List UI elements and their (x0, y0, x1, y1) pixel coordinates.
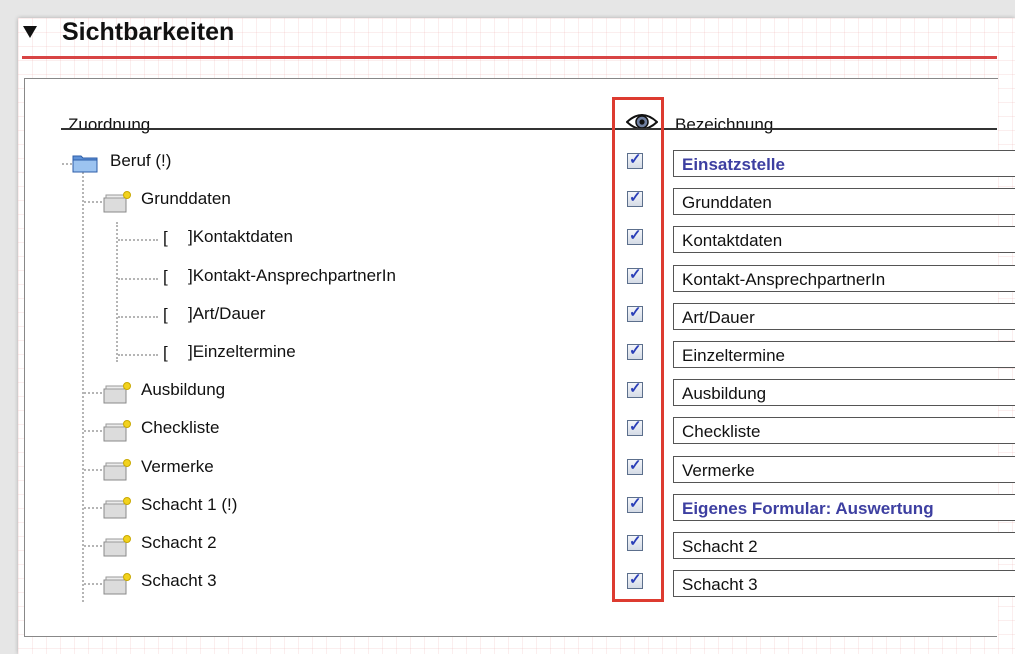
tree-guide-line (116, 222, 118, 362)
tree-item-label[interactable]: Grunddaten (141, 189, 231, 209)
tree-item-label[interactable]: Checkliste (141, 418, 219, 438)
visibility-checkbox[interactable]: ✓ (627, 342, 643, 360)
bezeichnung-field[interactable]: Grunddaten (673, 188, 1015, 216)
check-icon: ✓ (629, 342, 642, 359)
page-icon (102, 534, 132, 563)
tree-connector (62, 163, 72, 165)
tree-item-label[interactable]: Beruf (!) (110, 151, 171, 171)
tree-item-label[interactable]: ]Kontaktdaten (188, 227, 293, 247)
header-underline (22, 56, 997, 59)
bracket-marker: [ (163, 304, 168, 324)
tree-connector (84, 583, 102, 586)
folder-icon (72, 153, 98, 178)
bezeichnung-field[interactable]: Art/Dauer (673, 302, 1015, 330)
collapse-triangle-icon[interactable] (23, 26, 37, 38)
tree-item-label[interactable]: Schacht 2 (141, 533, 217, 553)
bezeichnung-field[interactable]: Schacht 3 (673, 570, 1015, 598)
check-icon: ✓ (629, 533, 642, 550)
bracket-marker: [ (163, 266, 168, 286)
bezeichnung-field[interactable]: Kontaktdaten (673, 226, 1015, 254)
tree-item-label[interactable]: Vermerke (141, 457, 214, 477)
bezeichnung-field[interactable]: Einzeltermine (673, 341, 1015, 368)
visibility-checkbox[interactable]: ✓ (627, 456, 643, 475)
tree-item-label[interactable]: ]Einzeltermine (188, 342, 296, 362)
tree-item-label[interactable]: Ausbildung (141, 380, 225, 400)
page-icon (102, 496, 132, 525)
visibility-checkbox[interactable]: ✓ (627, 189, 643, 208)
tree-connector (84, 545, 102, 547)
column-header-zuordnung: Zuordnung (68, 115, 151, 134)
visibility-checkbox[interactable]: ✓ (627, 571, 643, 590)
tree-connector (84, 392, 102, 395)
tree-connector (118, 277, 158, 280)
check-icon: ✓ (629, 227, 642, 245)
tree-connector (84, 201, 102, 204)
bezeichnung-field[interactable]: Vermerke (673, 455, 1015, 483)
section-header[interactable]: Sichtbarkeiten (0, 0, 997, 58)
bezeichnung-field[interactable]: Einsatzstelle (673, 150, 1015, 177)
page-icon (102, 190, 132, 219)
tree-connector (84, 468, 102, 471)
tree-item-label[interactable]: ]Art/Dauer (188, 304, 265, 324)
check-icon: ✓ (629, 303, 642, 321)
bezeichnung-field[interactable]: Schacht 2 (673, 532, 1015, 559)
page-icon (102, 381, 132, 410)
visibility-checkbox[interactable]: ✓ (627, 227, 643, 246)
check-icon: ✓ (629, 571, 642, 589)
check-icon: ✓ (629, 418, 642, 436)
bezeichnung-field[interactable]: Checkliste (673, 417, 1015, 445)
visibility-checkbox[interactable]: ✓ (627, 494, 643, 513)
check-icon: ✓ (629, 380, 642, 398)
tree-connector (118, 239, 158, 242)
visibility-checkbox[interactable]: ✓ (627, 418, 643, 437)
check-icon: ✓ (629, 456, 642, 474)
header-separator (61, 128, 997, 130)
tree-connector (84, 430, 102, 433)
tree-connector (118, 354, 158, 356)
page-icon (102, 458, 132, 487)
page-icon (102, 572, 132, 601)
check-icon: ✓ (629, 265, 642, 283)
tree-connector (118, 315, 158, 318)
page-icon (102, 419, 132, 448)
visibility-checkbox[interactable]: ✓ (627, 265, 643, 284)
bracket-marker: [ (163, 343, 168, 362)
section-title: Sichtbarkeiten (62, 18, 235, 46)
bracket-marker: [ (163, 228, 168, 248)
bezeichnung-field[interactable]: Ausbildung (673, 379, 1015, 407)
check-icon: ✓ (629, 151, 642, 168)
bezeichnung-field[interactable]: Kontakt-AnsprechpartnerIn (673, 264, 1015, 292)
visibility-checkbox[interactable]: ✓ (627, 151, 643, 169)
column-header-bezeichnung: Bezeichnung (675, 115, 774, 134)
visibility-checkbox[interactable]: ✓ (627, 533, 643, 551)
tree-guide-line (82, 172, 84, 602)
tree-item-label[interactable]: Schacht 1 (!) (141, 495, 237, 515)
check-icon: ✓ (629, 494, 642, 512)
tree-connector (84, 506, 102, 509)
table-bottom-border (24, 636, 997, 637)
check-icon: ✓ (629, 189, 642, 207)
visibility-checkbox[interactable]: ✓ (627, 380, 643, 399)
visibility-checkbox[interactable]: ✓ (627, 303, 643, 322)
tree-item-label[interactable]: Schacht 3 (141, 571, 217, 591)
tree-item-label[interactable]: ]Kontakt-AnsprechpartnerIn (188, 266, 396, 286)
bezeichnung-field[interactable]: Eigenes Formular: Auswertung (673, 493, 1015, 521)
